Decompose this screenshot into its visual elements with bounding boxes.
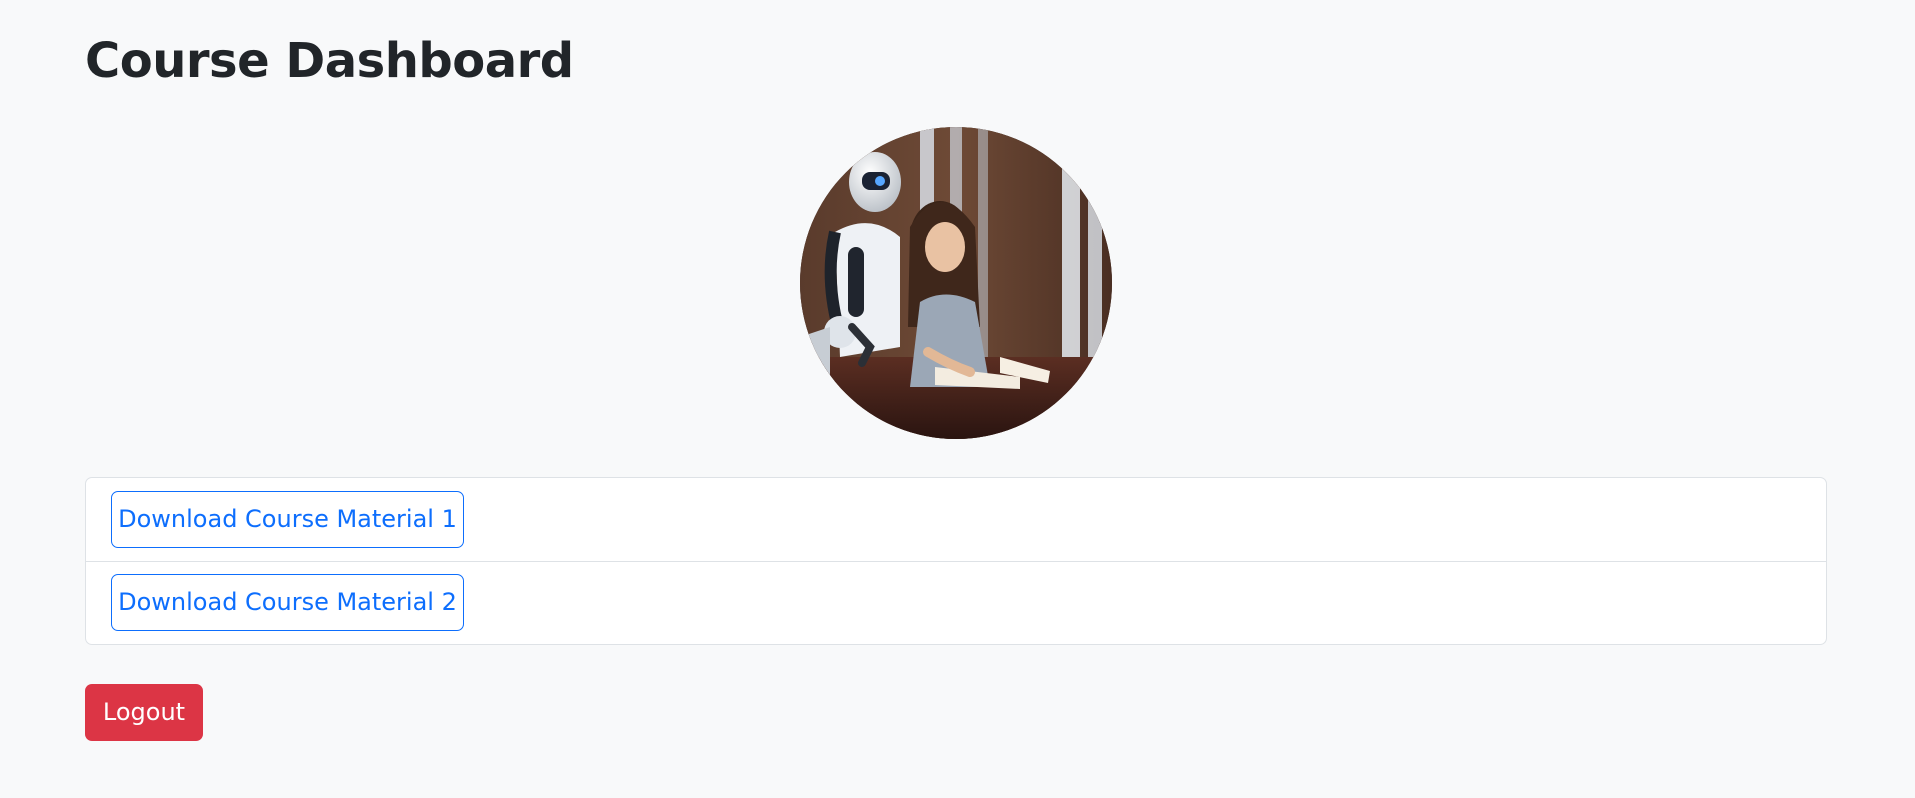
download-material-1-button[interactable]: Download Course Material 1 [111,491,464,548]
list-item: Download Course Material 2 [86,562,1826,646]
list-item: Download Course Material 1 [86,478,1826,562]
logout-button[interactable]: Logout [85,684,203,741]
course-hero-image [800,127,1112,439]
course-materials-list: Download Course Material 1 Download Cour… [85,477,1827,645]
page-title: Course Dashboard [85,33,574,89]
download-material-2-button[interactable]: Download Course Material 2 [111,574,464,631]
